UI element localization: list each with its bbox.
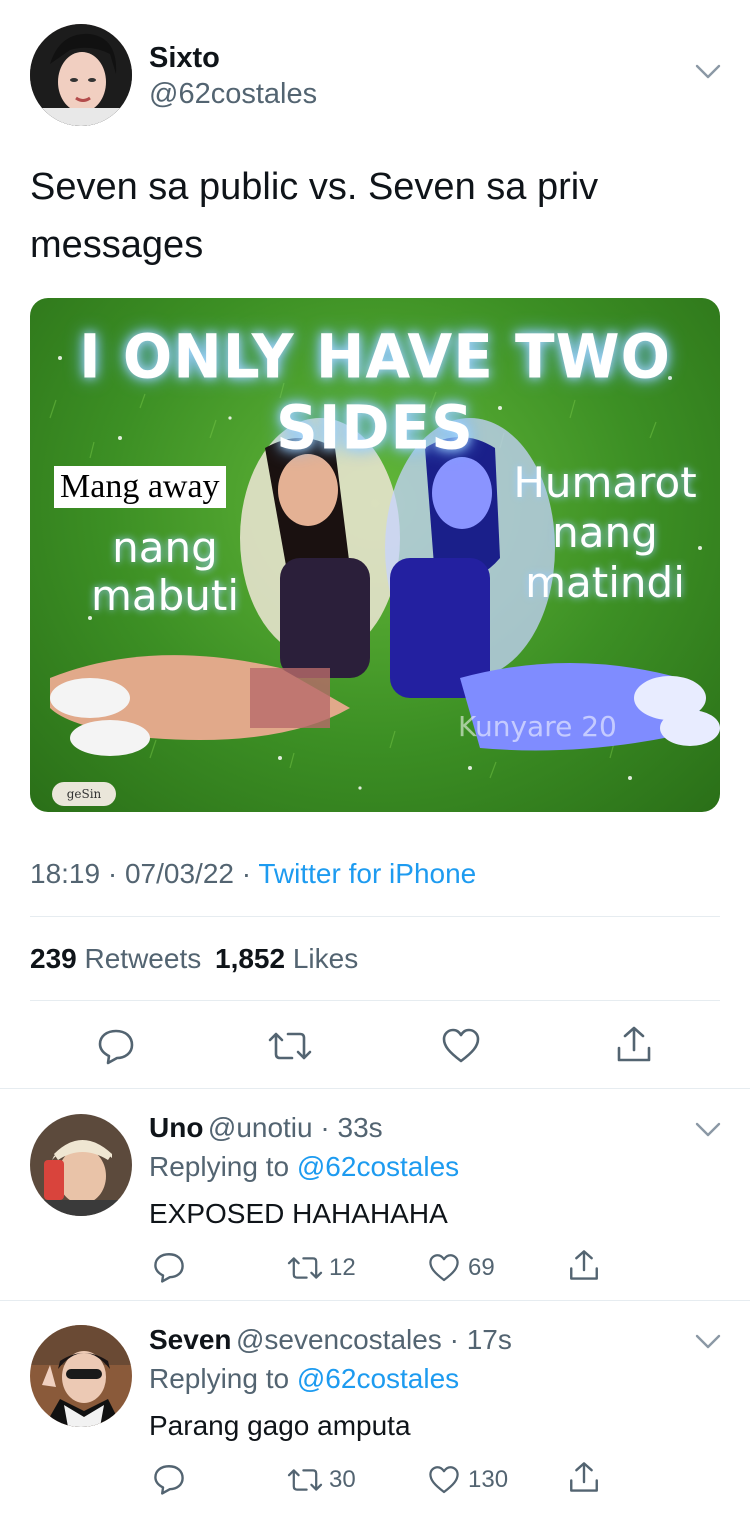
tweet-meta: 18:19 · 07/03/22 · Twitter for iPhone: [30, 858, 476, 890]
tweet-stats: 239 Retweets 1,852 Likes: [30, 943, 358, 975]
retweets-label[interactable]: Retweets: [85, 943, 202, 974]
reply-avatar[interactable]: [30, 1325, 132, 1427]
tweet-time: 18:19: [30, 858, 101, 889]
divider: [0, 1088, 750, 1089]
meme-logo: geSin: [52, 782, 116, 806]
heart-icon[interactable]: [428, 1252, 460, 1289]
tweet-text: Seven sa public vs. Seven sa priv messag…: [30, 166, 599, 266]
author-name[interactable]: Sixto: [149, 42, 220, 75]
like-count[interactable]: 1,852: [215, 943, 285, 974]
meta-separator: ·: [241, 858, 259, 889]
divider: [0, 1300, 750, 1301]
reply-text: Parang gago amputa: [149, 1410, 411, 1441]
replying-to-line: Replying to @62costales: [149, 1151, 459, 1183]
heart-icon[interactable]: [441, 1026, 481, 1071]
reply-icon[interactable]: [152, 1462, 186, 1501]
meme-left-caption: nang mabuti: [90, 523, 240, 620]
reply-separator: ·: [441, 1324, 467, 1355]
heart-icon[interactable]: [428, 1464, 460, 1501]
chevron-down-icon[interactable]: [694, 1120, 722, 1145]
replying-to-label: Replying to: [149, 1151, 290, 1182]
reply-header: Uno @unotiu · 33s: [149, 1112, 383, 1144]
tweet-date: 07/03/22: [124, 858, 234, 889]
reply-icon[interactable]: [96, 1026, 136, 1071]
reply-author-name[interactable]: Uno: [149, 1112, 203, 1143]
divider: [30, 1000, 720, 1001]
replying-to-mention[interactable]: @62costales: [297, 1151, 459, 1182]
replying-to-line: Replying to @62costales: [149, 1363, 459, 1395]
retweet-count[interactable]: 239: [30, 943, 77, 974]
author-handle[interactable]: @62costales: [149, 78, 317, 111]
retweet-icon[interactable]: [268, 1026, 312, 1071]
meme-left-box: Mang away: [54, 466, 226, 508]
retweet-icon[interactable]: [286, 1464, 324, 1501]
meta-separator: ·: [107, 858, 125, 889]
reply-author-handle[interactable]: @unotiu: [208, 1112, 313, 1143]
share-icon[interactable]: [614, 1024, 654, 1069]
reply-avatar[interactable]: [30, 1114, 132, 1216]
reply-author-handle[interactable]: @sevencostales: [236, 1324, 442, 1355]
reply-retweet-count[interactable]: 30: [329, 1466, 356, 1494]
avatar-portrait: [30, 24, 132, 126]
reply-author-name[interactable]: Seven: [149, 1324, 232, 1355]
share-icon[interactable]: [567, 1248, 601, 1287]
author-avatar[interactable]: [30, 24, 132, 126]
tweet-source-link[interactable]: Twitter for iPhone: [258, 858, 476, 889]
reply-header: Seven @sevencostales · 17s: [149, 1324, 512, 1356]
share-icon[interactable]: [567, 1460, 601, 1499]
reply-text: EXPOSED HAHAHAHA: [149, 1198, 448, 1229]
replying-to-mention[interactable]: @62costales: [297, 1363, 459, 1394]
meme-right-caption: Humarot nang matindi: [513, 458, 697, 607]
reply-like-count[interactable]: 69: [468, 1254, 495, 1282]
chevron-down-icon[interactable]: [694, 62, 722, 87]
reply-retweet-count[interactable]: 12: [329, 1254, 356, 1282]
reply-separator: ·: [312, 1112, 338, 1143]
retweet-icon[interactable]: [286, 1252, 324, 1289]
meme-title: I ONLY HAVE TWO SIDES: [79, 320, 671, 464]
replying-to-label: Replying to: [149, 1363, 290, 1394]
meme-watermark: Kunyare 20: [458, 710, 617, 743]
reply-icon[interactable]: [152, 1250, 186, 1289]
reply-time: 17s: [466, 1324, 512, 1355]
divider: [30, 916, 720, 917]
chevron-down-icon[interactable]: [694, 1332, 722, 1357]
reply-like-count[interactable]: 130: [468, 1466, 508, 1494]
likes-label[interactable]: Likes: [293, 943, 358, 974]
tweet-media-image[interactable]: I ONLY HAVE TWO SIDES Mang away nang mab…: [30, 298, 720, 812]
reply-time: 33s: [337, 1112, 383, 1143]
